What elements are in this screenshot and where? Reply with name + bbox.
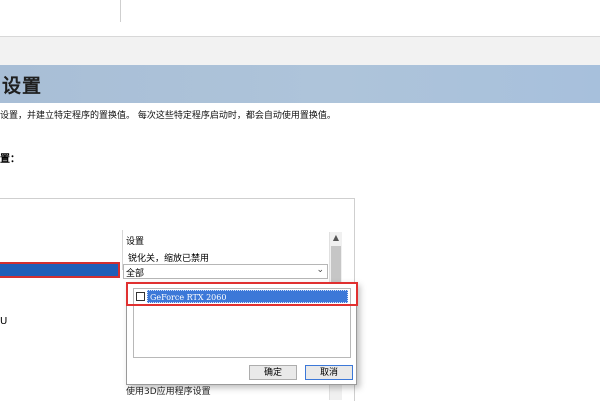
top-toolbar: [0, 0, 600, 37]
selected-feature-row[interactable]: [0, 262, 120, 278]
dropdown-value: 全部: [126, 269, 145, 279]
setting-dropdown[interactable]: 全部 ⌄: [123, 264, 328, 279]
page-title: 设置: [2, 75, 43, 97]
nav-band: [0, 37, 600, 65]
feature-list-partial-text: U: [0, 316, 8, 327]
settings-column-header: 设置: [126, 237, 145, 247]
toolbar-divider: [120, 0, 121, 22]
highlight-annotation-box: [126, 282, 358, 306]
cancel-button[interactable]: 取消: [305, 365, 353, 380]
page-header: 设置: [0, 65, 600, 103]
scroll-up-icon[interactable]: ▲: [331, 233, 341, 243]
section-label: 置：: [0, 154, 20, 165]
dropdown-option-partial[interactable]: 使用3D应用程序设置: [126, 384, 211, 397]
setting-value-text: 锐化关，缩放已禁用: [128, 254, 210, 264]
chevron-down-icon[interactable]: ⌄: [316, 265, 324, 275]
ok-button[interactable]: 确定: [249, 365, 297, 380]
page-description: 设置，并建立特定程序的置换值。 每次这些特定程序启动时，都会自动使用置换值。: [0, 111, 336, 121]
